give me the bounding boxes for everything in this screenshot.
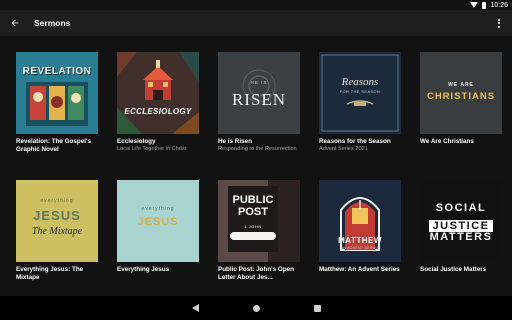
- sermon-artwork: SOCIAL JUSTICE MATTERS: [420, 180, 502, 262]
- art-title: CHRISTIANS: [426, 91, 496, 102]
- navigation-bar: [0, 296, 512, 320]
- status-icons: 10:26: [470, 0, 508, 10]
- sermon-card-social-justice[interactable]: SOCIAL JUSTICE MATTERS Social Justice Ma…: [420, 180, 502, 282]
- art-small: 1 JOHN: [244, 224, 262, 229]
- more-vert-icon[interactable]: [492, 10, 506, 36]
- art-line3: MATTERS: [429, 231, 493, 243]
- sermon-artwork: Reasons FOR THE SEASON: [319, 52, 401, 134]
- sermon-artwork: PUBLIC POST 1 JOHN: [218, 180, 300, 262]
- sermon-title: Public Post: John's Open Letter About Je…: [218, 266, 295, 281]
- page-title: Sermons: [34, 18, 71, 28]
- nav-home-icon[interactable]: [252, 304, 260, 312]
- sermon-card-he-is-risen[interactable]: HE IS RISEN He is Risen Responding to th…: [218, 52, 300, 180]
- art-small: AN ADVENT SERIES: [340, 246, 380, 250]
- sermon-artwork: everything JESUS: [117, 180, 199, 262]
- sermon-title: Everything Jesus: [117, 266, 170, 273]
- art-title: REVELATION: [22, 66, 92, 77]
- sermon-title: Matthew: An Advent Series: [319, 266, 400, 273]
- revelation-art: [16, 52, 98, 134]
- sermon-artwork: MATTHEW AN ADVENT SERIES: [319, 180, 401, 262]
- sermon-artwork: everything JESUS The Mixtape: [16, 180, 98, 262]
- status-time: 10:26: [490, 1, 508, 9]
- art-title: RISEN: [231, 90, 287, 109]
- public-post-art: [218, 180, 300, 262]
- sermon-card-revelation[interactable]: REVELATION Revelation: The Gospel's Grap…: [16, 52, 98, 180]
- art-title: JESUS: [33, 208, 81, 223]
- sermon-card-we-are-christians[interactable]: WE ARE CHRISTIANS We Are Christians: [420, 52, 502, 180]
- sermon-title: Everything Jesus: The Mixtape: [16, 266, 84, 281]
- sermon-subtitle: Responding to the Resurrection: [218, 146, 297, 152]
- art-script: The Mixtape: [31, 226, 83, 237]
- battery-icon: [482, 1, 487, 9]
- sermon-title: Ecclesiology: [117, 138, 156, 145]
- arrow-back-icon: [11, 19, 19, 27]
- art-line1: SOCIAL: [435, 202, 487, 214]
- sermon-card-reasons[interactable]: Reasons FOR THE SEASON Reasons for the S…: [319, 52, 401, 180]
- sermon-card-everything-jesus[interactable]: everything JESUS Everything Jesus: [117, 180, 199, 282]
- sermon-artwork: ECCLESIOLOGY: [117, 52, 199, 134]
- sermon-title: Reasons for the Season: [319, 138, 391, 145]
- sermon-card-ecclesiology[interactable]: ECCLESIOLOGY Ecclesiology Local Life Tog…: [117, 52, 199, 180]
- art-title: Reasons: [341, 76, 379, 88]
- art-small: everything: [40, 198, 74, 204]
- art-title: PUBLIC POST: [232, 194, 274, 218]
- sermon-artwork: REVELATION: [16, 52, 98, 134]
- wifi-icon: [470, 2, 479, 8]
- app-bar: Sermons: [0, 10, 512, 36]
- art-small: HE IS: [250, 80, 268, 85]
- sermon-card-matthew[interactable]: MATTHEW AN ADVENT SERIES Matthew: An Adv…: [319, 180, 401, 282]
- nav-back-icon[interactable]: [191, 304, 199, 312]
- sermon-title: We Are Christians: [420, 138, 474, 145]
- sermon-title: He is Risen: [218, 138, 252, 145]
- art-small: everything: [141, 206, 175, 212]
- art-small: WE ARE: [448, 82, 474, 88]
- ecclesiology-art: [117, 52, 199, 134]
- art-title: MATTHEW: [338, 236, 382, 245]
- art-small: FOR THE SEASON: [339, 90, 381, 94]
- art-title: ECCLESIOLOGY: [124, 107, 192, 116]
- sermon-subtitle: Local Life Together in Christ: [117, 146, 187, 152]
- sermon-card-everything-jesus-mixtape[interactable]: everything JESUS The Mixtape Everything …: [16, 180, 98, 282]
- sermon-card-public-post[interactable]: PUBLIC POST 1 JOHN Public Post: John's O…: [218, 180, 300, 282]
- sermon-artwork: HE IS RISEN: [218, 52, 300, 134]
- status-bar: 10:26: [0, 0, 512, 10]
- sermon-title: Social Justice Matters: [420, 266, 487, 273]
- sermon-subtitle: Advent Series 2021: [319, 146, 368, 152]
- art-title: JESUS: [137, 216, 179, 228]
- back-button[interactable]: [2, 10, 28, 36]
- nav-recents-icon[interactable]: [313, 304, 321, 312]
- sermon-artwork: WE ARE CHRISTIANS: [420, 52, 502, 134]
- sermon-title: Revelation: The Gospel's Graphic Novel: [16, 138, 91, 153]
- sermon-grid: REVELATION Revelation: The Gospel's Grap…: [16, 52, 502, 282]
